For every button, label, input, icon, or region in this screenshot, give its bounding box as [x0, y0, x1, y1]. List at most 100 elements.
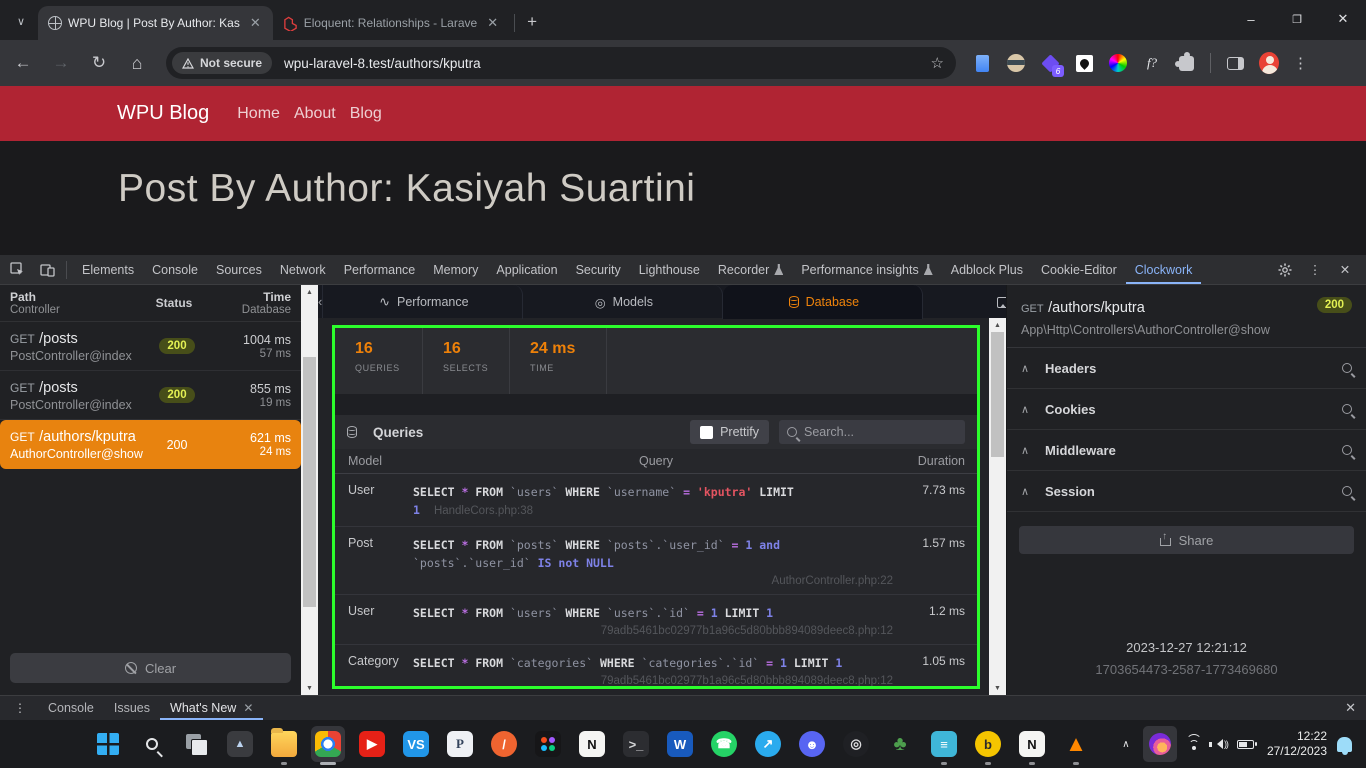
nav-link-blog[interactable]: Blog: [350, 105, 382, 123]
chevron-up-icon[interactable]: ∧: [1021, 485, 1045, 498]
taskbar-start-icon[interactable]: [86, 720, 130, 768]
drawer-tab-whats-new[interactable]: What's New✕: [160, 696, 263, 720]
search-icon[interactable]: [1342, 486, 1352, 496]
scroll-up-arrow[interactable]: ▲: [301, 285, 318, 299]
taskbar-vlc-icon[interactable]: ▲: [1054, 720, 1098, 768]
drawer-close-icon[interactable]: ✕: [1345, 700, 1356, 716]
volume-icon[interactable]: )): [1207, 720, 1233, 768]
close-icon[interactable]: ✕: [243, 701, 253, 715]
drawer-menu-icon[interactable]: ⋮: [14, 701, 26, 715]
search-icon[interactable]: [1342, 445, 1352, 455]
query-row[interactable]: Category SELECT * FROM `categories` WHER…: [335, 645, 977, 689]
taskbar-vscode-icon[interactable]: VS: [394, 720, 438, 768]
subtab-performance[interactable]: ∿Performance: [323, 285, 523, 319]
taskbar-youtube-icon[interactable]: ▶: [350, 720, 394, 768]
taskbar-terminal-icon[interactable]: >_: [614, 720, 658, 768]
reload-button[interactable]: ↻: [84, 48, 114, 78]
minimize-button[interactable]: –: [1228, 0, 1274, 38]
taskbar-bruno-icon[interactable]: b: [966, 720, 1010, 768]
tray-chevron-icon[interactable]: ∧: [1113, 720, 1139, 768]
subtab-database[interactable]: Database: [723, 285, 923, 319]
browser-menu-icon[interactable]: ⋮: [1293, 54, 1308, 72]
extensions-puzzle-icon[interactable]: [1176, 53, 1196, 73]
restore-button[interactable]: ❐: [1274, 0, 1320, 38]
taskbar-obs-icon[interactable]: ◎: [834, 720, 878, 768]
panel-scrollbar[interactable]: ▲ ▼: [989, 318, 1006, 695]
tab-close-icon[interactable]: ✕: [483, 15, 502, 31]
wifi-icon[interactable]: [1181, 720, 1207, 768]
devtools-tab-elements[interactable]: Elements: [73, 255, 143, 284]
home-button[interactable]: ⌂: [122, 48, 152, 78]
notification-bell-icon[interactable]: [1337, 737, 1352, 752]
devtools-tab-performance[interactable]: Performance: [335, 255, 425, 284]
devtools-tab-cookie-editor[interactable]: Cookie-Editor: [1032, 255, 1126, 284]
request-row-selected[interactable]: GET /authors/kputraAuthorController@show…: [0, 420, 301, 469]
browser-tab-2[interactable]: Eloquent: Relationships - Larave ✕: [273, 6, 510, 40]
devtools-tab-security[interactable]: Security: [567, 255, 630, 284]
taskbar-notion2-icon[interactable]: N: [1010, 720, 1054, 768]
back-button[interactable]: ←: [8, 48, 38, 78]
devtools-tab-network[interactable]: Network: [271, 255, 335, 284]
devtools-tab-sources[interactable]: Sources: [207, 255, 271, 284]
devtools-close-icon[interactable]: ✕: [1332, 257, 1358, 283]
devtools-tab-clockwork[interactable]: Clockwork: [1126, 255, 1202, 284]
adblock-extension-icon[interactable]: [1006, 53, 1026, 73]
nav-link-home[interactable]: Home: [237, 105, 280, 123]
request-row[interactable]: GET /postsPostController@index 200 1004 …: [0, 322, 301, 371]
laravel-debug-extension-icon[interactable]: 6: [1040, 53, 1060, 73]
section-cookies[interactable]: ∧ Cookies: [1007, 389, 1366, 430]
devtools-tab-performance-insights[interactable]: Performance insights: [792, 255, 941, 284]
section-session[interactable]: ∧ Session: [1007, 471, 1366, 512]
chevron-up-icon[interactable]: ∧: [1021, 362, 1045, 375]
clear-button[interactable]: Clear: [10, 653, 291, 683]
scroll-up-arrow[interactable]: ▲: [989, 318, 1006, 332]
device-toolbar-icon[interactable]: [34, 257, 60, 283]
ip-extension-icon[interactable]: [1074, 53, 1094, 73]
share-button[interactable]: Share: [1019, 526, 1354, 554]
query-row[interactable]: User SELECT * FROM `users` WHERE `users`…: [335, 595, 977, 645]
tab-search-icon[interactable]: ∨: [10, 10, 32, 32]
new-tab-button[interactable]: +: [519, 9, 545, 35]
colorpicker-extension-icon[interactable]: [1108, 53, 1128, 73]
requests-scrollbar[interactable]: ▲ ▼: [301, 285, 318, 695]
close-button[interactable]: ✕: [1320, 0, 1366, 38]
taskbar-whatsapp-icon[interactable]: ☎: [702, 720, 746, 768]
prettify-toggle[interactable]: Prettify: [690, 420, 769, 444]
section-middleware[interactable]: ∧ Middleware: [1007, 430, 1366, 471]
prettify-checkbox[interactable]: [700, 426, 713, 439]
query-row[interactable]: User SELECT * FROM `users` WHERE `userna…: [335, 474, 977, 527]
devtools-tab-lighthouse[interactable]: Lighthouse: [630, 255, 709, 284]
taskbar-photos-icon[interactable]: ▲: [218, 720, 262, 768]
bookmark-star-icon[interactable]: ☆: [931, 54, 944, 72]
devtools-settings-icon[interactable]: [1272, 257, 1298, 283]
forward-button[interactable]: →: [46, 48, 76, 78]
devtools-menu-icon[interactable]: ⋮: [1302, 257, 1328, 283]
font-finder-extension-icon[interactable]: f?: [1142, 53, 1162, 73]
queries-search[interactable]: [779, 420, 965, 444]
taskbar-search-icon[interactable]: [130, 720, 174, 768]
inspect-element-icon[interactable]: [4, 257, 30, 283]
devtools-tab-recorder[interactable]: Recorder: [709, 255, 792, 284]
notes-extension-icon[interactable]: [972, 53, 992, 73]
taskbar-plant-icon[interactable]: ♣: [878, 720, 922, 768]
subtab-models[interactable]: ◎Models: [523, 285, 723, 319]
browser-tab-1[interactable]: WPU Blog | Post By Author: Kas ✕: [38, 6, 273, 40]
scrollbar-thumb[interactable]: [303, 357, 316, 607]
taskbar-pen-icon[interactable]: /: [482, 720, 526, 768]
taskbar-taskview-icon[interactable]: [174, 720, 218, 768]
scroll-down-arrow[interactable]: ▼: [989, 681, 1006, 695]
drawer-tab-issues[interactable]: Issues: [104, 696, 160, 720]
devtools-tab-application[interactable]: Application: [487, 255, 566, 284]
taskbar-chrome-icon[interactable]: [306, 720, 350, 768]
request-row[interactable]: GET /postsPostController@index 200 855 m…: [0, 371, 301, 420]
devtools-tab-console[interactable]: Console: [143, 255, 207, 284]
chevron-up-icon[interactable]: ∧: [1021, 444, 1045, 457]
taskbar-postgresql-icon[interactable]: P: [438, 720, 482, 768]
search-icon[interactable]: [1342, 363, 1352, 373]
taskbar-word-icon[interactable]: W: [658, 720, 702, 768]
tray-app-icon[interactable]: [1143, 726, 1177, 762]
taskbar-clock[interactable]: 12:22 27/12/2023: [1267, 729, 1327, 759]
side-panel-icon[interactable]: [1225, 53, 1245, 73]
address-bar[interactable]: Not secure wpu-laravel-8.test/authors/kp…: [166, 47, 956, 79]
search-icon[interactable]: [1342, 404, 1352, 414]
